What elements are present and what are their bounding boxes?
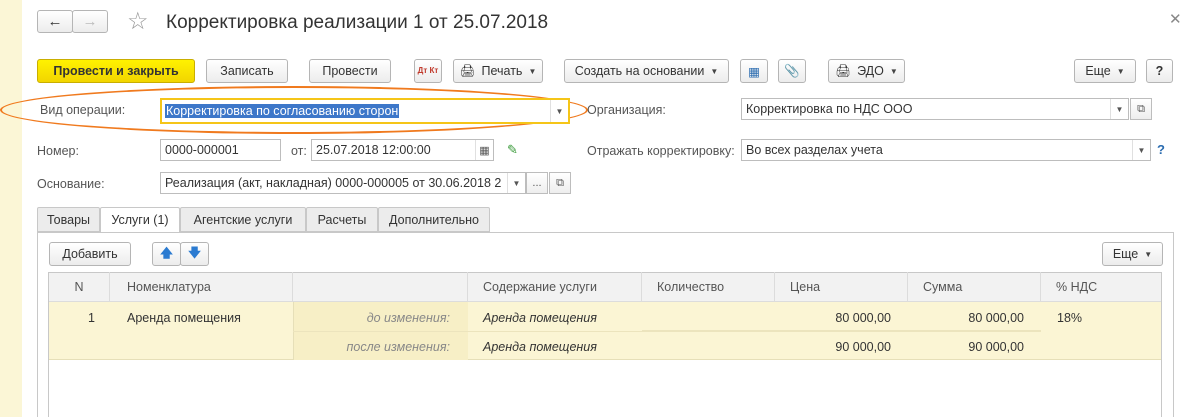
row-subdivider: [293, 331, 1041, 332]
date-input[interactable]: 25.07.2018 12:00:00 ▦: [311, 139, 494, 161]
dt-kt-button[interactable]: Дт Кт: [414, 59, 442, 83]
chevron-down-icon[interactable]: ▼: [550, 100, 568, 122]
help-button[interactable]: ?: [1146, 59, 1173, 83]
open-organization-icon[interactable]: ⧉: [1130, 98, 1152, 120]
col-change-label[interactable]: [293, 272, 468, 302]
price-after: 90 000,00: [835, 340, 891, 354]
tab-additional[interactable]: Дополнительно: [378, 207, 490, 232]
chevron-down-icon: ▼: [1116, 66, 1125, 76]
number-input[interactable]: 0000-000001: [160, 139, 281, 161]
reflect-correction-label: Отражать корректировку:: [587, 144, 735, 158]
operation-type-value: Корректировка по согласованию сторон: [165, 104, 400, 118]
edo-label: ЭДО: [857, 64, 884, 78]
help-icon[interactable]: ?: [1157, 142, 1165, 157]
edo-button[interactable]: 🖨 ЭДО ▼: [828, 59, 905, 83]
col-n[interactable]: N: [49, 272, 110, 302]
tab-services[interactable]: Услуги (1): [100, 207, 180, 233]
edit-number-icon[interactable]: ✎: [507, 142, 518, 158]
sum-after: 90 000,00: [968, 340, 1024, 354]
col-nomenclature[interactable]: Номенклатура: [110, 272, 293, 302]
tab-agent-services[interactable]: Агентские услуги: [180, 207, 306, 232]
sum-before: 80 000,00: [968, 311, 1024, 325]
add-button[interactable]: Добавить: [49, 242, 131, 266]
structure-icon: ▦: [748, 64, 760, 79]
paperclip-icon: 📎: [784, 63, 800, 78]
operation-type-label: Вид операции:: [40, 103, 126, 117]
organization-label: Организация:: [587, 103, 666, 117]
chevron-down-icon: ▼: [1144, 249, 1153, 259]
tab-goods[interactable]: Товары: [37, 207, 100, 232]
col-service-content[interactable]: Содержание услуги: [468, 272, 642, 302]
dt-kt-icon: Дт Кт: [417, 66, 439, 75]
close-icon[interactable]: ✕: [1169, 10, 1182, 28]
move-down-button[interactable]: 🡇: [180, 242, 209, 266]
move-up-button[interactable]: 🡅: [152, 242, 181, 266]
col-vat[interactable]: % НДС: [1041, 272, 1161, 302]
number-label: Номер:: [37, 144, 79, 158]
structure-button[interactable]: ▦: [740, 59, 768, 83]
back-button[interactable]: ←: [37, 10, 73, 33]
basis-label: Основание:: [37, 177, 105, 191]
basis-select-button[interactable]: ...: [526, 172, 548, 194]
table-more-label: Еще: [1112, 247, 1139, 261]
edo-icon: 🖨: [835, 63, 852, 78]
open-basis-icon[interactable]: ⧉: [549, 172, 571, 194]
print-button[interactable]: 🖨 Печать ▼: [453, 59, 543, 83]
col-price[interactable]: Цена: [775, 272, 908, 302]
print-label: Печать: [481, 64, 523, 78]
operation-type-select[interactable]: Корректировка по согласованию сторон ▼: [160, 98, 570, 124]
page-title: Корректировка реализации 1 от 25.07.2018: [166, 12, 549, 33]
chevron-down-icon: ▼: [710, 66, 719, 76]
basis-value: Реализация (акт, накладная) 0000-000005 …: [165, 176, 502, 190]
row-item: Аренда помещения: [127, 311, 241, 325]
content-before: Аренда помещения: [483, 311, 597, 325]
basis-select[interactable]: Реализация (акт, накладная) 0000-000005 …: [160, 172, 526, 194]
row-number: 1: [88, 311, 95, 325]
reflect-correction-value: Во всех разделах учета: [746, 143, 883, 157]
arrow-left-icon: ←: [47, 13, 63, 30]
price-before: 80 000,00: [835, 311, 891, 325]
create-based-on-button[interactable]: Создать на основании ▼: [564, 59, 729, 83]
attach-button[interactable]: 📎: [778, 59, 806, 83]
chevron-down-icon: ▼: [528, 66, 537, 76]
chevron-down-icon[interactable]: ▼: [1110, 99, 1128, 119]
reflect-correction-select[interactable]: Во всех разделах учета ▼: [741, 139, 1151, 161]
chevron-down-icon: ▼: [889, 66, 898, 76]
post-button[interactable]: Провести: [309, 59, 391, 83]
more-button[interactable]: Еще ▼: [1074, 59, 1136, 83]
date-label: от:: [291, 144, 307, 158]
vat-rate: 18%: [1057, 311, 1083, 325]
number-value: 0000-000001: [165, 143, 239, 157]
table-more-button[interactable]: Еще ▼: [1102, 242, 1163, 266]
save-button[interactable]: Записать: [206, 59, 288, 83]
post-and-close-button[interactable]: Провести и закрыть: [37, 59, 195, 83]
star-icon[interactable]: ☆: [127, 7, 149, 36]
more-label: Еще: [1085, 64, 1111, 78]
date-value: 25.07.2018 12:00:00: [316, 143, 431, 157]
organization-select[interactable]: Корректировка по НДС ООО ▼: [741, 98, 1129, 120]
tab-settlements[interactable]: Расчеты: [306, 207, 378, 232]
arrow-right-icon: →: [82, 13, 98, 30]
col-sum[interactable]: Сумма: [908, 272, 1041, 302]
chevron-down-icon[interactable]: ▼: [1132, 140, 1150, 160]
before-change-label: до изменения:: [366, 311, 450, 325]
arrow-down-icon: 🡇: [188, 245, 201, 260]
create-based-label: Создать на основании: [574, 64, 705, 78]
organization-value: Корректировка по НДС ООО: [746, 102, 913, 116]
content-after: Аренда помещения: [483, 340, 597, 354]
forward-button[interactable]: →: [72, 10, 108, 33]
col-quantity[interactable]: Количество: [642, 272, 775, 302]
after-change-label: после изменения:: [346, 340, 450, 354]
arrow-up-icon: 🡅: [160, 245, 173, 260]
printer-icon: 🖨: [459, 63, 476, 78]
chevron-down-icon[interactable]: ▼: [507, 173, 525, 193]
calendar-icon[interactable]: ▦: [475, 140, 493, 160]
